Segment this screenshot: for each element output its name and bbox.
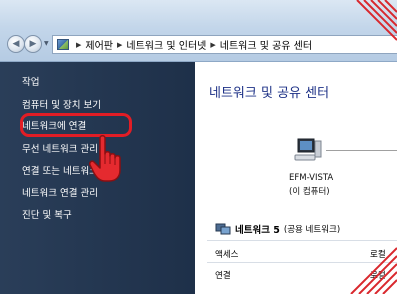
page-title: 네트워크 및 공유 센터 bbox=[209, 86, 330, 101]
back-button[interactable]: ◀ bbox=[7, 35, 25, 53]
detail-connection-label: 연결 bbox=[215, 271, 231, 281]
history-dropdown-icon[interactable]: ▼ bbox=[44, 40, 49, 47]
forward-arrow-icon: ▶ bbox=[29, 38, 37, 49]
task-diagnose-repair[interactable]: 진단 및 복구 bbox=[22, 207, 72, 221]
task-pane-title: 작업 bbox=[22, 77, 40, 88]
row-divider bbox=[207, 240, 397, 241]
network-sharing-center-window: ◀ ▶ ▼ ▶ 제어판 ▶ 네트워크 및 인터넷 ▶ 네트워크 및 공유 센터 … bbox=[0, 0, 397, 294]
computer-subtitle: (이 컴퓨터) bbox=[289, 187, 330, 197]
network-name: 네트워크 5 bbox=[235, 225, 280, 236]
decorative-stripes bbox=[350, 247, 397, 294]
title-bar: ◀ ▶ ▼ ▶ 제어판 ▶ 네트워크 및 인터넷 ▶ 네트워크 및 공유 센터 bbox=[0, 0, 397, 62]
control-panel-icon bbox=[57, 39, 69, 50]
network-icon bbox=[215, 223, 231, 235]
computer-name: EFM-VISTA bbox=[289, 173, 334, 183]
computer-icon bbox=[294, 138, 322, 161]
breadcrumb-item-control-panel[interactable]: 제어판 bbox=[85, 37, 113, 52]
task-pane: 작업 컴퓨터 및 장치 보기 네트워크에 연결 무선 네트워크 관리 연결 또는… bbox=[0, 62, 195, 294]
breadcrumb-item-network-internet[interactable]: 네트워크 및 인터넷 bbox=[126, 37, 206, 52]
detail-access-label: 액세스 bbox=[215, 250, 239, 260]
address-bar[interactable]: ▶ 제어판 ▶ 네트워크 및 인터넷 ▶ 네트워크 및 공유 센터 bbox=[52, 35, 397, 54]
decorative-stripes bbox=[356, 0, 397, 41]
forward-button[interactable]: ▶ bbox=[24, 35, 42, 53]
chevron-right-icon[interactable]: ▶ bbox=[210, 41, 215, 49]
chevron-right-icon[interactable]: ▶ bbox=[117, 41, 122, 49]
breadcrumb-item-network-sharing-center[interactable]: 네트워크 및 공유 센터 bbox=[220, 37, 312, 52]
task-manage-network-connections[interactable]: 네트워크 연결 관리 bbox=[22, 185, 98, 199]
chevron-right-icon[interactable]: ▶ bbox=[76, 41, 81, 49]
network-map-line bbox=[326, 150, 397, 151]
back-arrow-icon: ◀ bbox=[12, 38, 20, 49]
hand-cursor-icon bbox=[89, 135, 121, 182]
task-view-computers-devices[interactable]: 컴퓨터 및 장치 보기 bbox=[22, 97, 101, 111]
task-manage-wireless-networks[interactable]: 무선 네트워크 관리 bbox=[22, 141, 98, 155]
network-type: (공용 네트워크) bbox=[283, 225, 341, 235]
network-header: 네트워크 5 (공용 네트워크) bbox=[215, 222, 340, 236]
